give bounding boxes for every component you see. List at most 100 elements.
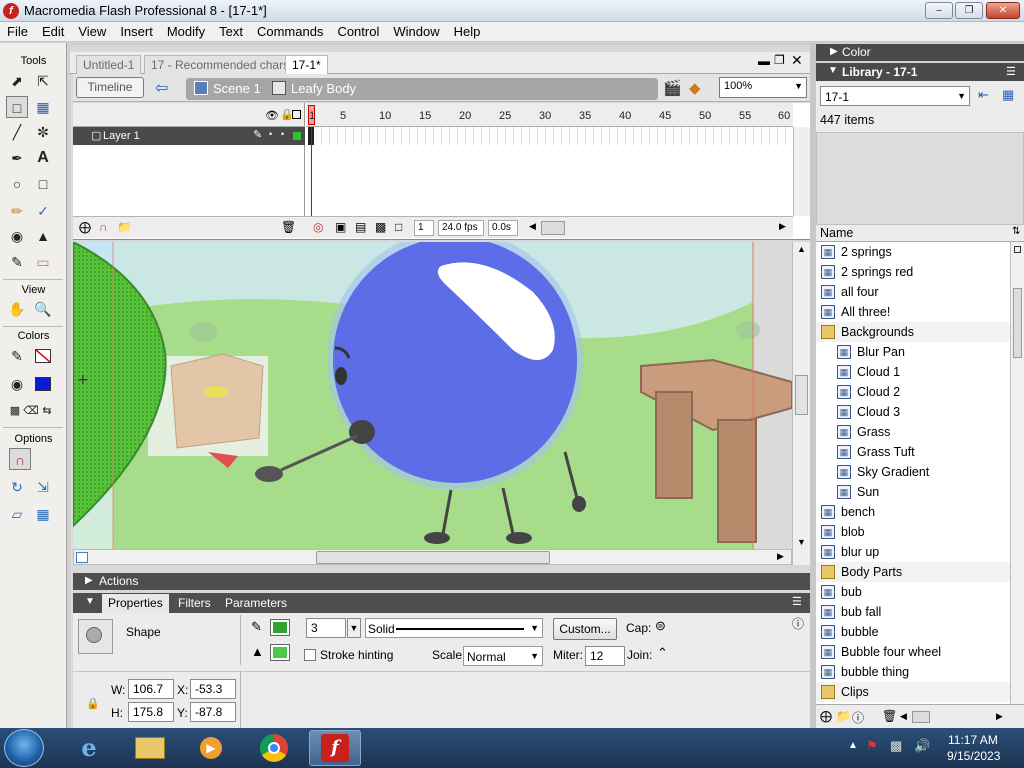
rotate-skew-icon[interactable]: ↻ xyxy=(6,476,28,498)
menu-file[interactable]: File xyxy=(0,22,35,39)
center-frame-icon[interactable]: ◎ xyxy=(313,220,323,234)
tab-parameters[interactable]: Parameters xyxy=(225,596,287,610)
doc-close-icon[interactable]: ✕ xyxy=(791,52,803,69)
lib-scroll-right-icon[interactable]: ▶ xyxy=(996,711,1003,722)
sort-order-icon[interactable]: ⇅ xyxy=(1012,226,1020,237)
miter-field[interactable]: 12 xyxy=(585,646,625,666)
lib-hscroll-thumb[interactable] xyxy=(912,711,930,723)
doc-minimize-icon[interactable]: ▬ xyxy=(758,54,770,68)
stage-vscroll[interactable]: ▲ ▼ xyxy=(792,242,810,565)
edit-symbols-icon[interactable]: ◆ xyxy=(689,79,701,97)
panel-options-icon[interactable]: ☰ xyxy=(792,595,802,608)
delete-item-icon[interactable]: 🗑 xyxy=(882,709,897,723)
visible-dot-icon[interactable]: • xyxy=(269,129,272,139)
lasso-tool-icon[interactable]: ✼ xyxy=(32,121,54,143)
list-item[interactable]: ▦ Grass xyxy=(816,422,1010,442)
brush-tool-icon[interactable]: ✓ xyxy=(32,200,54,222)
vscroll-up-icon[interactable]: ▲ xyxy=(797,244,806,254)
list-item[interactable]: Clips xyxy=(816,682,1010,702)
new-library-panel-icon[interactable]: ▦ xyxy=(1002,87,1014,103)
hscroll-right-icon[interactable]: ▶ xyxy=(777,551,784,562)
expand-actions-icon[interactable]: ▶ xyxy=(85,575,93,586)
list-item[interactable]: Backgrounds xyxy=(816,322,1010,342)
stroke-color-swatch[interactable] xyxy=(35,349,51,363)
width-field[interactable]: 106.7 xyxy=(128,679,174,699)
start-button[interactable] xyxy=(4,729,44,767)
tab-17-1[interactable]: 17-1* xyxy=(285,55,328,74)
onion-skin-icon[interactable]: ▣ xyxy=(335,220,346,234)
ink-bottle-tool-icon[interactable]: ◉ xyxy=(6,225,28,247)
back-arrow-icon[interactable]: ⇦ xyxy=(155,78,168,98)
menu-help[interactable]: Help xyxy=(447,22,488,39)
timeline-vscroll[interactable] xyxy=(793,127,810,216)
list-item[interactable]: ▦ Blur Pan xyxy=(816,342,1010,362)
actions-panel-bar[interactable]: ▶ Actions xyxy=(73,573,810,590)
join-select-icon[interactable]: ⌃ xyxy=(657,645,668,661)
fill-transform-tool-icon[interactable]: ▦ xyxy=(32,96,54,118)
subselection-tool-icon[interactable]: ⇱ xyxy=(32,70,54,92)
properties-icon[interactable]: ⓘ xyxy=(852,709,864,726)
list-item[interactable]: ▦ blob xyxy=(816,522,1010,542)
show-hide-icon[interactable]: 👁 xyxy=(265,109,279,122)
onion-outline-icon[interactable]: ▤ xyxy=(355,220,366,234)
stroke-hinting-checkbox[interactable] xyxy=(304,649,316,661)
menu-insert[interactable]: Insert xyxy=(113,22,160,39)
menu-modify[interactable]: Modify xyxy=(160,22,212,39)
collapse-properties-icon[interactable]: ▼ xyxy=(85,596,95,607)
library-column-header[interactable]: Name ⇅ xyxy=(816,225,1024,242)
stage-hscroll[interactable]: ▶ xyxy=(73,549,792,565)
symbol-crumb[interactable]: Leafy Body xyxy=(291,81,356,96)
flash-taskbar-icon[interactable]: f xyxy=(309,730,361,766)
new-folder-icon[interactable]: 📁 xyxy=(836,709,851,723)
swap-colors-icon[interactable]: ⇆ xyxy=(36,400,58,422)
distort-icon[interactable]: ▱ xyxy=(6,503,28,525)
minimize-button[interactable]: – xyxy=(925,2,953,19)
stroke-color-icon[interactable]: ✎ xyxy=(6,345,28,367)
action-center-icon[interactable]: ⚑ xyxy=(866,738,878,754)
list-item[interactable]: ▦ bub xyxy=(816,582,1010,602)
zoom-select[interactable]: 100% ▼ xyxy=(719,77,807,98)
layer-row[interactable]: ▢ Layer 1 ✎ • • xyxy=(73,127,305,145)
library-scroll-thumb[interactable] xyxy=(1013,288,1022,358)
scale-select[interactable]: Normal ▼ xyxy=(463,646,543,666)
maximize-button[interactable]: ❐ xyxy=(955,2,983,19)
oval-tool-icon[interactable]: ○ xyxy=(6,173,28,195)
list-item[interactable]: ▦ bench xyxy=(816,502,1010,522)
selection-tool-icon[interactable]: ⬈ xyxy=(6,70,28,92)
eraser-tool-icon[interactable]: ▭ xyxy=(32,251,54,273)
clock-time[interactable]: 11:17 AM xyxy=(948,733,998,747)
list-item[interactable]: ▦ Sun xyxy=(816,482,1010,502)
hand-tool-icon[interactable]: ✋ xyxy=(6,298,28,320)
hscroll-left-button[interactable] xyxy=(76,552,88,563)
list-item[interactable]: ▦ Cloud 3 xyxy=(816,402,1010,422)
stage-canvas[interactable]: + xyxy=(73,242,792,549)
menu-commands[interactable]: Commands xyxy=(250,22,330,39)
scale-icon[interactable]: ⇲ xyxy=(32,476,54,498)
zoom-tool-icon[interactable]: 🔍 xyxy=(32,298,54,320)
menu-view[interactable]: View xyxy=(71,22,113,39)
custom-stroke-button[interactable]: Custom... xyxy=(553,618,617,640)
tab-recommended-chars[interactable]: 17 - Recommended chars xyxy=(144,55,297,74)
scroll-right-icon[interactable]: ▶ xyxy=(779,221,786,232)
stroke-color-picker[interactable] xyxy=(270,619,290,636)
fill-color-icon[interactable]: ◉ xyxy=(6,373,28,395)
onion-markers-icon[interactable]: □ xyxy=(395,220,402,234)
menu-window[interactable]: Window xyxy=(386,22,446,39)
layer-outline-color[interactable] xyxy=(293,132,301,140)
height-field[interactable]: 175.8 xyxy=(128,702,174,722)
list-item[interactable]: ▦ all four xyxy=(816,282,1010,302)
paint-bucket-tool-icon[interactable]: ▲ xyxy=(32,225,54,247)
collapse-library-icon[interactable]: ▼ xyxy=(828,65,838,76)
close-window-button[interactable]: ✕ xyxy=(986,2,1020,19)
delete-layer-icon[interactable]: 🗑 xyxy=(281,220,296,234)
timeline-toggle-button[interactable]: Timeline xyxy=(76,77,144,98)
menu-edit[interactable]: Edit xyxy=(35,22,71,39)
media-player-icon[interactable]: ▶ xyxy=(185,730,237,766)
scene-crumb[interactable]: Scene 1 xyxy=(213,81,261,96)
list-item[interactable]: ▦ blur up xyxy=(816,542,1010,562)
list-item[interactable]: ▦ Cloud 2 xyxy=(816,382,1010,402)
fill-color-picker[interactable] xyxy=(270,644,290,661)
file-explorer-icon[interactable] xyxy=(124,730,176,766)
show-hidden-icons-icon[interactable]: ▲ xyxy=(848,740,858,751)
list-item[interactable]: Body Parts xyxy=(816,562,1010,582)
